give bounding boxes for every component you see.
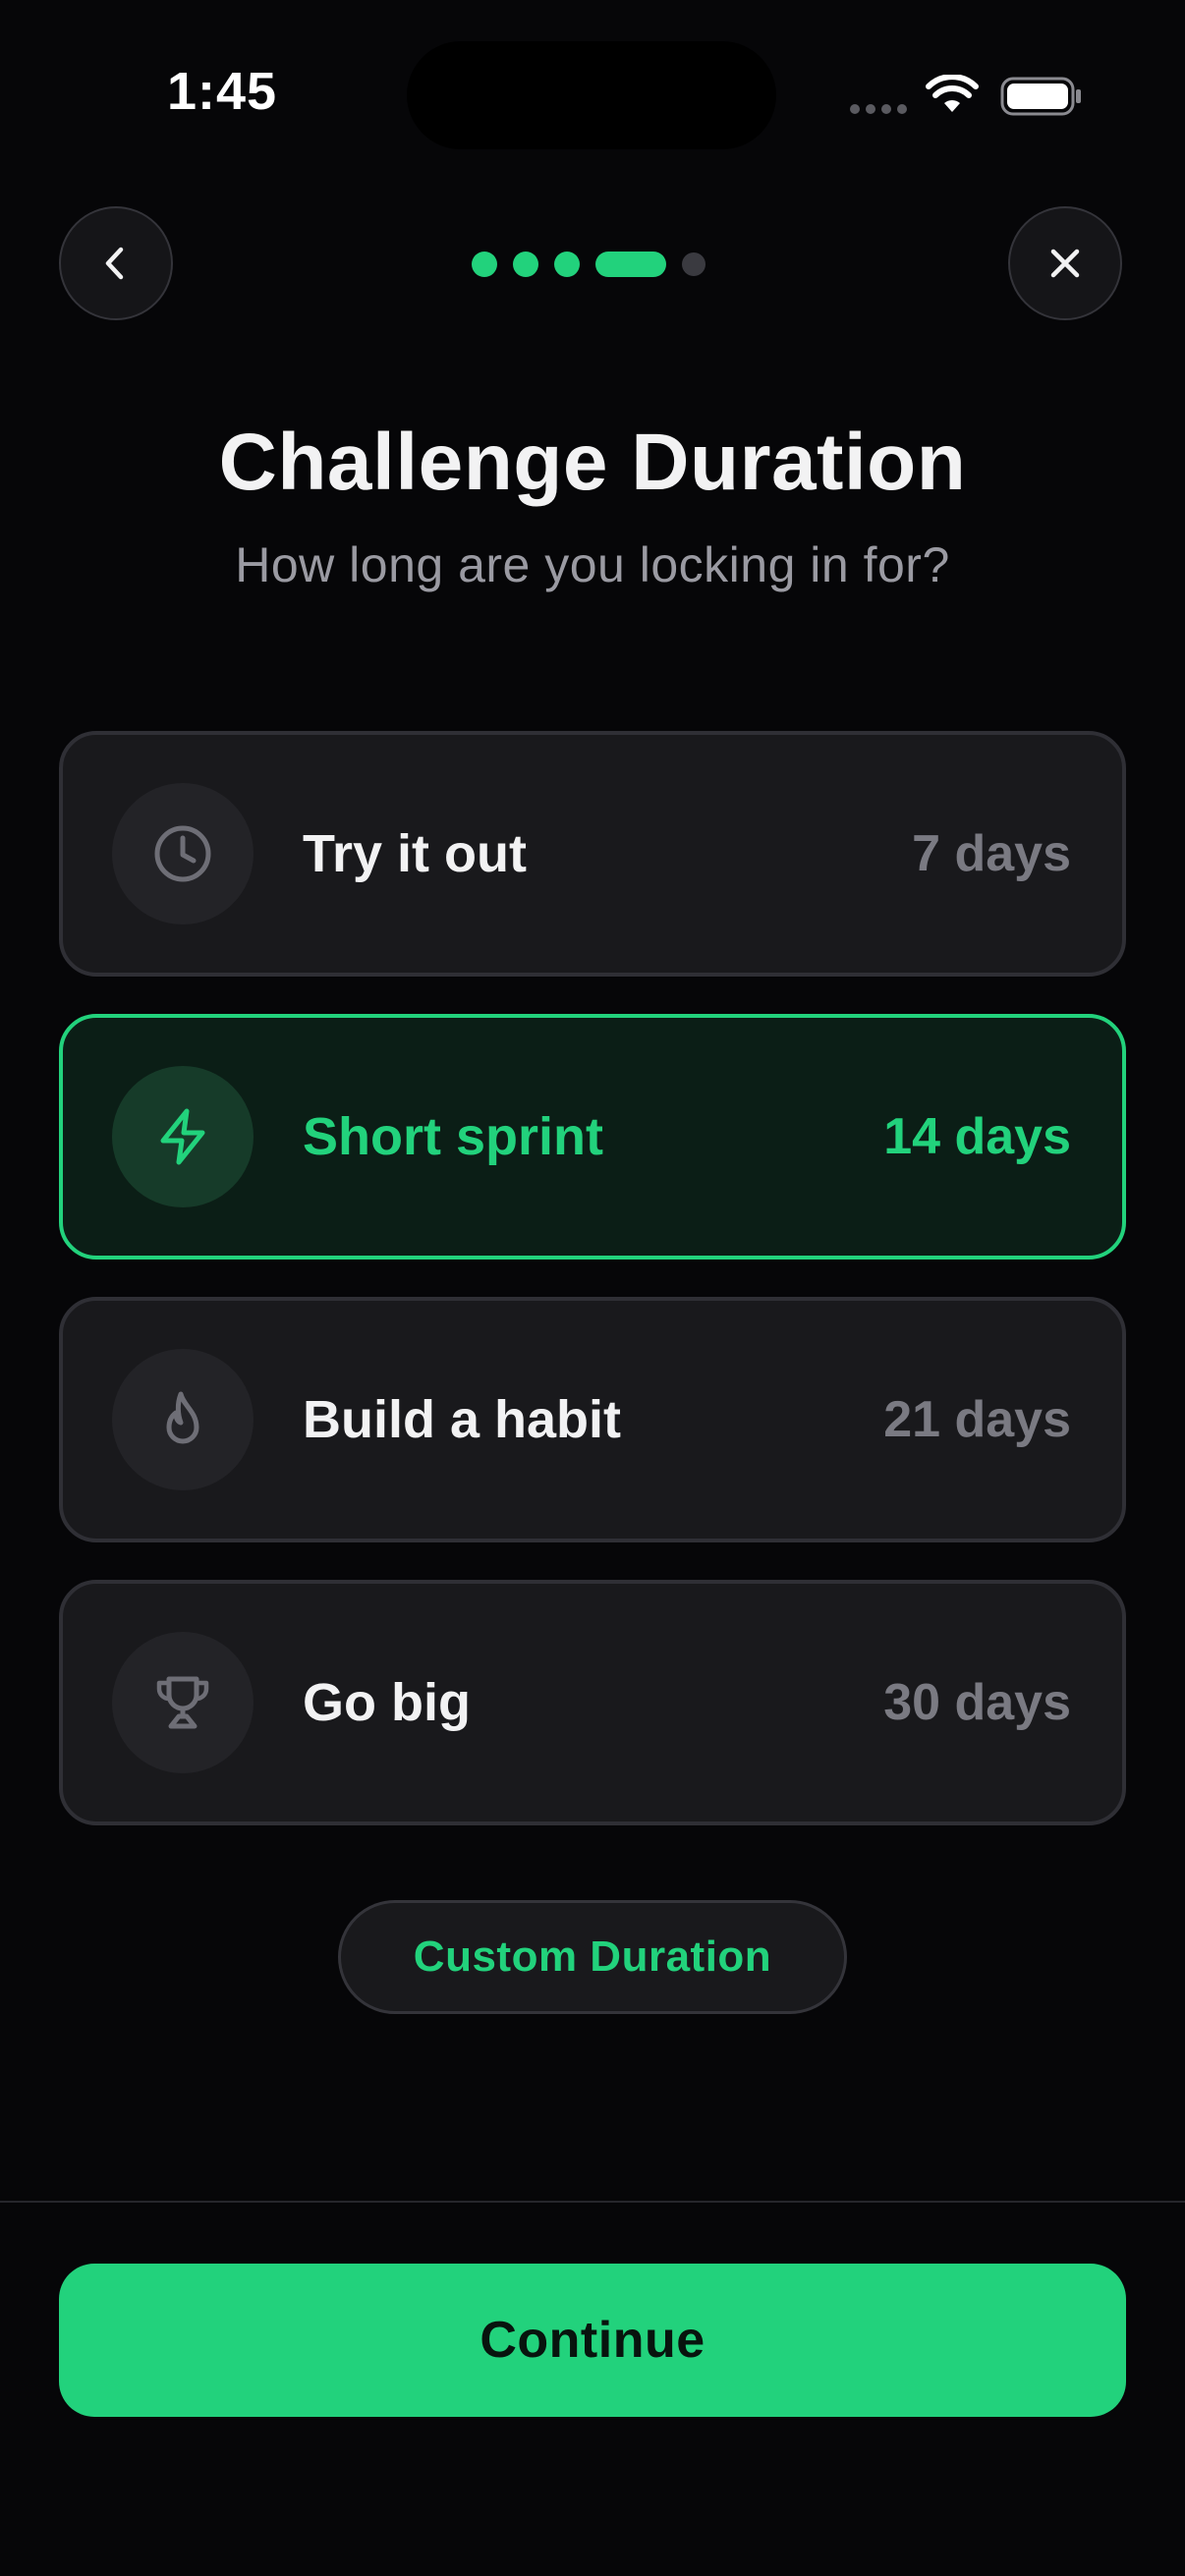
page-subtitle: How long are you locking in for? [235, 537, 950, 592]
option-label: Build a habit [303, 1390, 621, 1449]
battery-icon [1000, 77, 1081, 116]
option-icon-badge [112, 1066, 254, 1207]
lightning-icon [160, 1108, 205, 1165]
duration-option-21-days[interactable]: Build a habit 21 days [59, 1297, 1126, 1542]
close-icon [1050, 249, 1080, 278]
progress-step-upcoming [682, 252, 705, 276]
back-button[interactable] [59, 206, 173, 320]
option-label: Short sprint [303, 1107, 603, 1166]
option-days: 30 days [883, 1674, 1071, 1731]
step-progress-indicator [472, 252, 705, 277]
option-icon-badge [112, 1349, 254, 1490]
duration-option-7-days[interactable]: Try it out 7 days [59, 731, 1126, 977]
duration-option-14-days[interactable]: Short sprint 14 days [59, 1014, 1126, 1260]
dynamic-island [407, 41, 776, 149]
trophy-icon [156, 1676, 209, 1729]
option-label: Go big [303, 1673, 471, 1732]
option-icon-badge [112, 1632, 254, 1773]
custom-duration-button[interactable]: Custom Duration [338, 1900, 847, 2014]
cellular-signal-icon [850, 104, 907, 114]
footer-divider [0, 2201, 1185, 2203]
option-days: 14 days [883, 1108, 1071, 1165]
option-icon-badge [112, 783, 254, 924]
progress-step-done [472, 252, 497, 277]
wifi-icon [926, 75, 979, 112]
close-button[interactable] [1008, 206, 1122, 320]
status-time: 1:45 [167, 62, 278, 121]
progress-step-done [554, 252, 580, 277]
chevron-left-icon [105, 247, 124, 280]
duration-option-30-days[interactable]: Go big 30 days [59, 1580, 1126, 1825]
clock-icon [154, 825, 211, 882]
progress-step-done [513, 252, 538, 277]
option-label: Try it out [303, 824, 527, 883]
progress-step-current [595, 252, 666, 277]
page-title: Challenge Duration [218, 418, 967, 507]
flame-icon [166, 1391, 199, 1444]
continue-button[interactable]: Continue [59, 2264, 1126, 2417]
option-days: 21 days [883, 1391, 1071, 1448]
option-days: 7 days [912, 825, 1071, 882]
